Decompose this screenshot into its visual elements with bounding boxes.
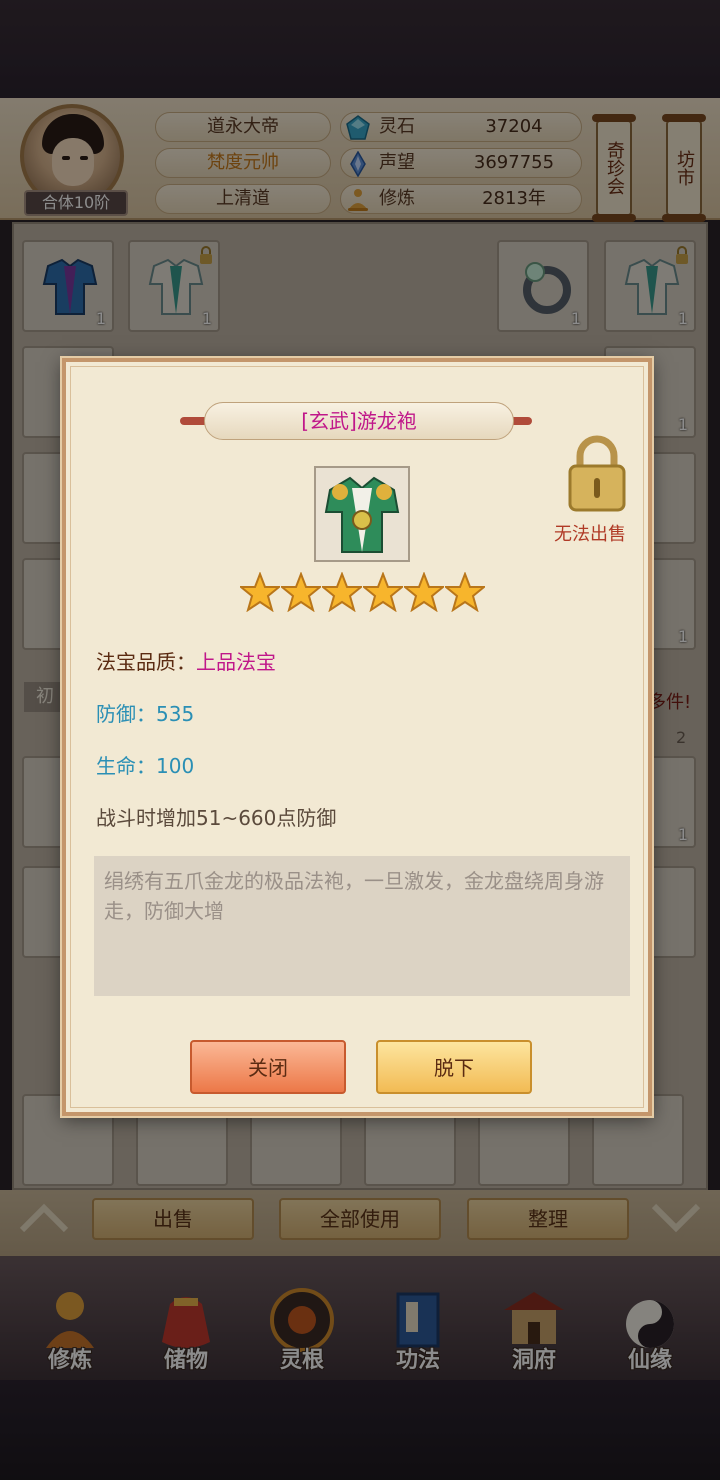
cannot-sell-label: 无法出售 (554, 524, 626, 545)
close-button[interactable]: 关闭 (190, 1040, 346, 1094)
star-icon (322, 572, 362, 612)
life-stat: 生命：100 (96, 754, 195, 778)
star-icon (404, 572, 444, 612)
lock-icon (568, 435, 626, 512)
star-icon (281, 572, 321, 612)
star-icon (445, 572, 485, 612)
item-title: [玄武]游龙袍 (301, 409, 417, 433)
quality-row: 法宝品质：上品法宝 (96, 646, 276, 675)
item-detail-dialog: [玄武]游龙袍 无法出售 法宝品质：上品法宝 防御：535 生命：100 战斗时… (62, 358, 652, 1116)
star-icon (363, 572, 403, 612)
quality-value: 上品法宝 (196, 650, 276, 674)
battle-effect: 战斗时增加51~660点防御 (96, 806, 337, 830)
quality-label: 法宝品质： (96, 650, 196, 674)
star-icon (240, 572, 280, 612)
item-title-bar: [玄武]游龙袍 (204, 402, 514, 440)
dragon-robe-icon (324, 476, 400, 553)
unequip-button[interactable]: 脱下 (376, 1040, 532, 1094)
item-description: 绢绣有五爪金龙的极品法袍，一旦激发，金龙盘绕周身游走，防御大增 (94, 856, 630, 996)
item-icon-frame (314, 466, 410, 562)
star-rating (240, 572, 485, 612)
defense-stat: 防御：535 (96, 702, 195, 726)
